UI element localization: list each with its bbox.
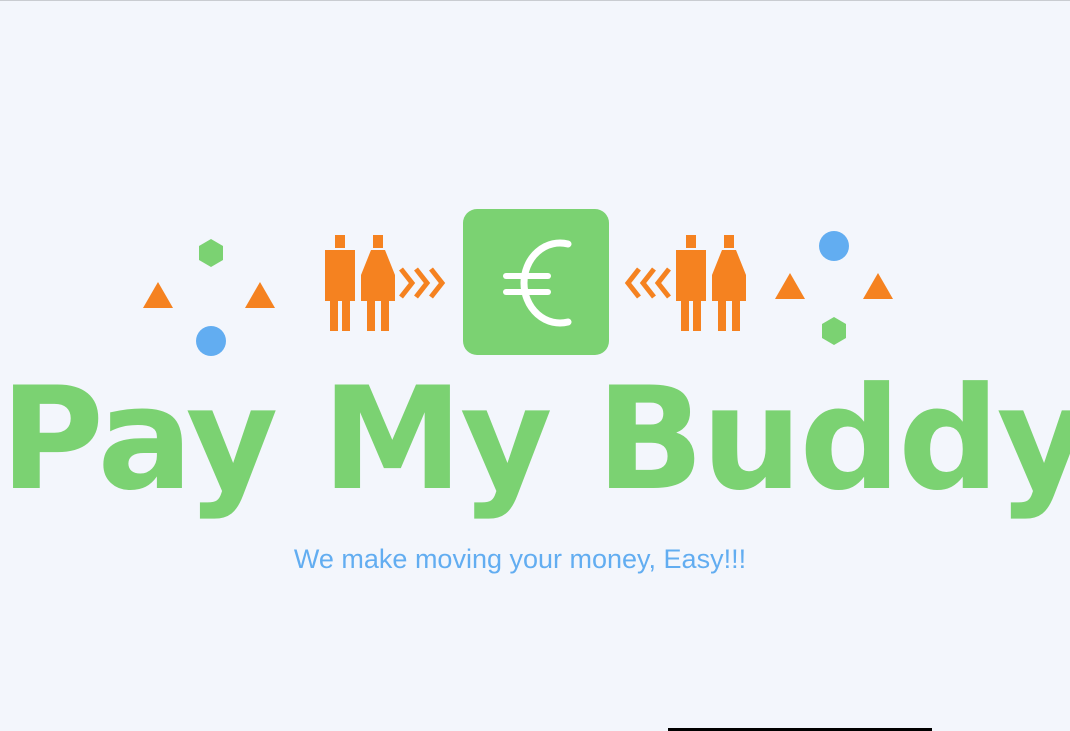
landing-page: { "brand": { "title": "Pay My Buddy", "t… [0, 0, 1070, 731]
brand-title: Pay My Buddy [0, 357, 1070, 522]
left-shape-cluster-icon [143, 239, 275, 356]
orange-triangle-icon [143, 282, 173, 308]
man-icon [325, 235, 355, 331]
tagline: We make moving your money, Easy!!! [293, 544, 747, 574]
blue-circle-icon [196, 326, 226, 356]
euro-card-icon [463, 209, 609, 355]
orange-triangle-icon [863, 273, 893, 299]
left-people-pair-icon [325, 235, 395, 331]
woman-icon [361, 235, 395, 331]
logo-artwork [143, 209, 893, 356]
right-shape-cluster-icon [775, 231, 893, 345]
blue-circle-icon [819, 231, 849, 261]
right-people-pair-icon [676, 235, 746, 331]
orange-triangle-icon [775, 273, 805, 299]
green-hexagon-icon [199, 239, 223, 267]
man-icon [676, 235, 706, 331]
woman-icon [712, 235, 746, 331]
orange-triangle-icon [245, 282, 275, 308]
right-pointing-chevrons-icon [399, 267, 446, 299]
left-pointing-chevrons-icon [624, 267, 671, 299]
green-hexagon-icon [822, 317, 846, 345]
